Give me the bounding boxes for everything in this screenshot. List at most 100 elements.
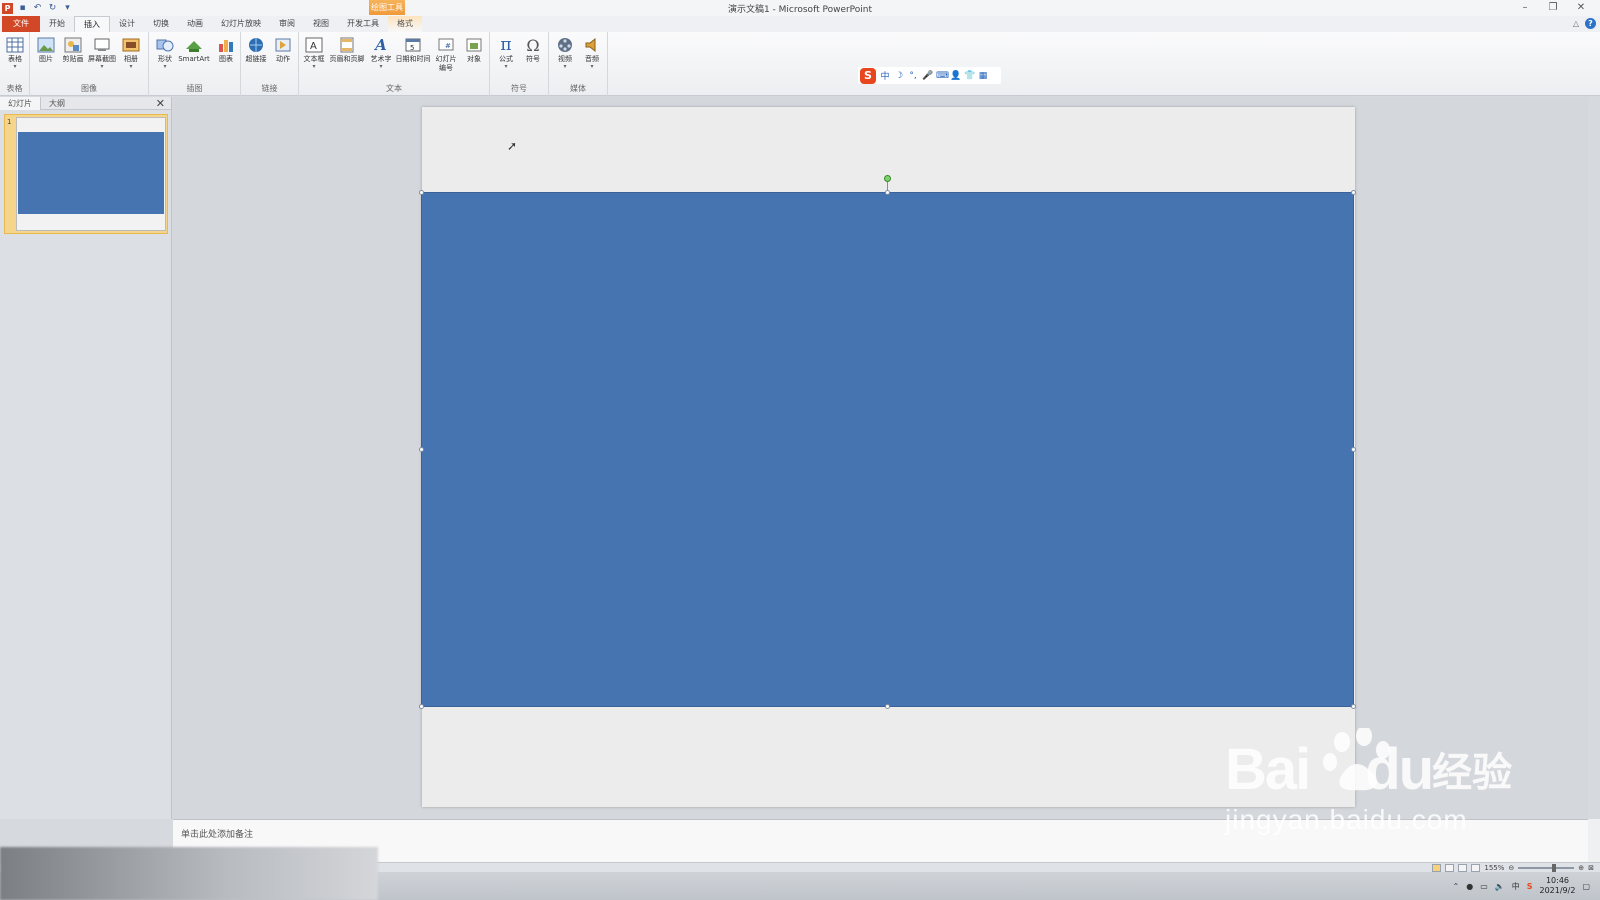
rectangle-shape-selected[interactable]: [421, 192, 1354, 707]
wordart-button[interactable]: A 艺术字 ▾: [367, 35, 395, 70]
shapes-button[interactable]: 形状 ▾: [151, 35, 179, 70]
resize-handle-bottom[interactable]: [885, 704, 890, 709]
ime-tray-icon[interactable]: 中: [1512, 881, 1520, 892]
tab-9[interactable]: 开发工具: [338, 16, 388, 32]
hyperlink-button[interactable]: 超链接: [242, 35, 270, 64]
vertical-scrollbar[interactable]: [1588, 819, 1600, 862]
symbol-button[interactable]: Ω 符号: [519, 35, 547, 64]
tab-3[interactable]: 设计: [110, 16, 144, 32]
smartart-icon: [184, 35, 204, 55]
customize-qat-icon[interactable]: ▾: [62, 3, 73, 14]
ime-item-1[interactable]: ☽: [894, 71, 904, 81]
album-button[interactable]: 相册 ▾: [117, 35, 145, 70]
slideshow-view-button[interactable]: [1471, 864, 1481, 872]
rotation-handle[interactable]: [884, 175, 891, 182]
header-footer-button[interactable]: 页眉和页脚: [329, 35, 365, 64]
resize-handle-bottom-right[interactable]: [1351, 704, 1356, 709]
tab-10[interactable]: 格式: [388, 16, 422, 32]
resize-handle-left[interactable]: [419, 447, 424, 452]
ime-item-3[interactable]: 🎤: [922, 71, 933, 81]
svg-text:#: #: [445, 42, 451, 50]
resize-handle-top-left[interactable]: [419, 190, 424, 195]
table-button[interactable]: 表格 ▾: [1, 35, 29, 70]
tab-outline[interactable]: 大纲: [41, 97, 73, 110]
video-button[interactable]: 视频 ▾: [551, 35, 579, 70]
screenshot-icon: [92, 35, 112, 55]
sogou-tray-icon[interactable]: S: [1527, 882, 1533, 891]
ime-item-6[interactable]: 👕: [964, 71, 975, 81]
slides-pane-tabs: 幻灯片 大纲 ✕: [0, 96, 171, 110]
slide-sorter-view-button[interactable]: [1445, 864, 1455, 872]
equation-button[interactable]: π 公式 ▾: [492, 35, 520, 70]
tab-0[interactable]: 文件: [2, 16, 40, 32]
ime-item-4[interactable]: ⌨: [936, 71, 949, 81]
powerpoint-logo-icon: P: [2, 2, 13, 14]
group-tables: 表格 ▾ 表格: [0, 32, 30, 96]
datetime-button[interactable]: 5 日期和时间: [395, 35, 431, 64]
clock[interactable]: 10:46 2021/9/2: [1540, 876, 1576, 896]
group-symbols: π 公式 ▾ Ω 符号 符号: [490, 32, 549, 96]
zoom-slider-thumb[interactable]: [1552, 864, 1557, 872]
ime-item-7[interactable]: ▦: [978, 71, 988, 81]
calendar-icon: 5: [403, 35, 423, 55]
restore-button[interactable]: ❐: [1540, 0, 1566, 16]
resize-handle-top-right[interactable]: [1351, 190, 1356, 195]
slide-thumbnail[interactable]: [16, 117, 166, 231]
group-text: A 文本框 ▾ 页眉和页脚 A 艺术字 ▾ 5 日期和时间 # 幻灯片 编号 对…: [299, 32, 490, 96]
reading-view-button[interactable]: [1458, 864, 1468, 872]
slide-thumbnail-selected[interactable]: 1: [4, 114, 168, 234]
tab-6[interactable]: 幻灯片放映: [212, 16, 270, 32]
group-images: 图片 剪贴画 屏幕截图 ▾ 相册 ▾ 图像: [30, 32, 149, 96]
close-button[interactable]: ✕: [1568, 0, 1594, 16]
slide-number-button[interactable]: # 幻灯片 编号: [432, 35, 460, 73]
audio-button[interactable]: 音频 ▾: [578, 35, 606, 70]
resize-handle-top[interactable]: [885, 190, 890, 195]
resize-handle-bottom-left[interactable]: [419, 704, 424, 709]
baidu-paw-icon: [1323, 728, 1390, 791]
tray-expand-icon[interactable]: ⌃: [1453, 882, 1460, 891]
minimize-button[interactable]: –: [1512, 0, 1538, 16]
zoom-slider[interactable]: [1518, 864, 1575, 872]
slide-number-icon: #: [436, 35, 456, 55]
tab-4[interactable]: 切换: [144, 16, 178, 32]
quick-access-toolbar: P ▪ ↶ ↻ ▾: [0, 0, 73, 16]
tab-8[interactable]: 视图: [304, 16, 338, 32]
picture-button[interactable]: 图片: [32, 35, 60, 64]
screenshot-button[interactable]: 屏幕截图 ▾: [88, 35, 116, 70]
zoom-in-icon[interactable]: ⊕: [1578, 864, 1584, 872]
minimize-ribbon-icon[interactable]: △: [1573, 19, 1579, 28]
fit-slide-icon[interactable]: ⊠: [1588, 864, 1594, 872]
taskbar-blurred-region: [0, 847, 378, 900]
normal-view-button[interactable]: [1432, 864, 1442, 872]
sogou-logo-icon[interactable]: S: [860, 67, 876, 84]
tab-5[interactable]: 动画: [178, 16, 212, 32]
volume-icon[interactable]: 🔈: [1495, 882, 1505, 891]
pi-icon: π: [500, 35, 512, 55]
ime-item-5[interactable]: 👤: [950, 71, 961, 81]
save-icon[interactable]: ▪: [17, 3, 28, 14]
resize-handle-right[interactable]: [1351, 447, 1356, 452]
zoom-out-icon[interactable]: ⊖: [1508, 864, 1514, 872]
chart-button[interactable]: 图表: [212, 35, 240, 64]
network-icon[interactable]: ▭: [1480, 882, 1488, 891]
tab-1[interactable]: 开始: [40, 16, 74, 32]
help-icon[interactable]: ?: [1585, 18, 1596, 29]
tab-7[interactable]: 审阅: [270, 16, 304, 32]
textbox-button[interactable]: A 文本框 ▾: [300, 35, 328, 70]
zoom-level[interactable]: 155%: [1484, 864, 1504, 872]
tab-2[interactable]: 插入: [74, 16, 110, 32]
action-button[interactable]: 动作: [269, 35, 297, 64]
slides-pane: 幻灯片 大纲 ✕ 1: [0, 96, 172, 819]
ime-item-2[interactable]: °,: [908, 71, 918, 81]
close-pane-icon[interactable]: ✕: [156, 97, 165, 110]
qq-icon[interactable]: ●: [1466, 882, 1473, 891]
svg-text:A: A: [310, 41, 317, 52]
notification-icon[interactable]: ▢: [1582, 882, 1590, 891]
ime-item-0[interactable]: 中: [880, 69, 890, 82]
tab-slides[interactable]: 幻灯片: [0, 96, 41, 110]
smartart-button[interactable]: SmartArt: [177, 35, 211, 64]
clipart-button[interactable]: 剪贴画: [59, 35, 87, 64]
undo-icon[interactable]: ↶: [32, 3, 43, 14]
redo-icon[interactable]: ↻: [47, 3, 58, 14]
object-button[interactable]: 对象: [460, 35, 488, 64]
